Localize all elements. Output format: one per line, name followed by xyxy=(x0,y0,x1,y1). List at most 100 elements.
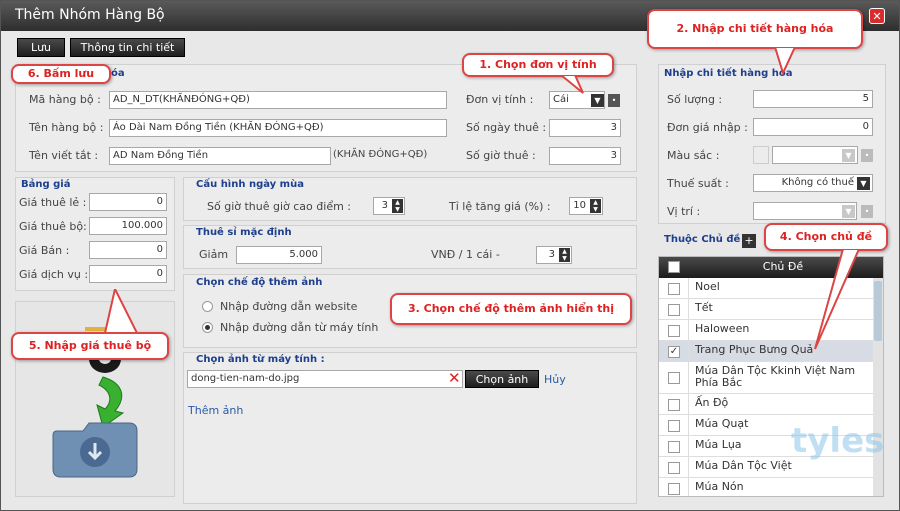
image-pick-title: Chọn ảnh từ máy tính : xyxy=(196,354,325,365)
topic-checkbox[interactable] xyxy=(668,304,680,316)
callout-select-unit: 1. Chọn đơn vị tính xyxy=(462,53,614,77)
price-increase-label: Tỉ lệ tăng giá (%) : xyxy=(449,200,551,213)
callout-pointer-1 xyxy=(561,75,584,94)
rent-hours-label: Số giờ thuê : xyxy=(466,149,536,162)
tax-select[interactable]: Không có thuế xyxy=(753,174,873,192)
name-input[interactable]: Áo Dài Nam Đồng Tiền (KHĂN ĐÓNG+QĐ) xyxy=(109,119,447,137)
details-tab-button[interactable]: Thông tin chi tiết xyxy=(70,38,185,57)
unit-more-icon[interactable]: • xyxy=(608,94,620,107)
add-topic-button[interactable]: + xyxy=(742,234,756,248)
details-panel xyxy=(658,64,886,224)
tax-dropdown-icon[interactable]: ▼ xyxy=(857,177,870,190)
retail-price-label: Giá thuê lẻ : xyxy=(19,196,87,209)
location-more-icon[interactable]: • xyxy=(861,205,873,218)
color-dropdown-icon[interactable]: ▼ xyxy=(842,149,855,162)
set-price-input[interactable]: 100.000 xyxy=(89,217,167,235)
topic-checkbox[interactable] xyxy=(668,372,680,384)
add-image-link[interactable]: Thêm ảnh xyxy=(188,404,243,417)
name-label: Tên hàng bộ : xyxy=(29,121,104,134)
close-button[interactable]: ✕ xyxy=(869,8,885,24)
topic-checkbox[interactable] xyxy=(668,325,680,337)
sale-price-input[interactable]: 0 xyxy=(89,241,167,259)
select-all-checkbox[interactable] xyxy=(668,261,680,273)
color-more-icon[interactable]: • xyxy=(861,149,873,162)
topic-checkbox[interactable] xyxy=(668,441,680,453)
default-rent-title: Thuê sỉ mặc định xyxy=(196,227,292,238)
rent-days-label: Số ngày thuê : xyxy=(466,121,547,134)
service-price-label: Giá dịch vụ : xyxy=(19,268,89,281)
website-path-radio[interactable] xyxy=(202,301,213,312)
choose-image-button[interactable]: Chọn ảnh xyxy=(465,370,539,388)
peak-hours-spinner[interactable]: ▲ ▼ xyxy=(392,199,403,213)
topic-row[interactable]: Ấn Độ xyxy=(659,394,873,415)
location-label: Vị trí : xyxy=(667,205,701,218)
image-file-input[interactable]: dong-tien-nam-do.jpg xyxy=(187,370,463,388)
topic-checkbox-cell xyxy=(659,394,689,414)
callout-pointer-4 xyxy=(814,249,861,350)
holiday-config-title: Cấu hình ngày mùa xyxy=(196,179,304,190)
short-name-input[interactable]: AD Nam Đồng Tiền xyxy=(109,147,331,165)
set-price-label: Giá thuê bộ: xyxy=(19,220,87,233)
wholesale-qty-spinner[interactable]: ▲ ▼ xyxy=(559,248,570,262)
topics-scroll-thumb[interactable] xyxy=(874,281,882,341)
price-increase-spinner[interactable]: ▲ ▼ xyxy=(590,199,601,213)
callout-pointer-2 xyxy=(773,47,797,76)
topic-checkbox-cell xyxy=(659,362,689,393)
callout-select-topic: 4. Chọn chủ đề xyxy=(764,223,888,251)
callout-click-save: 6. Bấm lưu xyxy=(11,64,111,84)
discount-input[interactable]: 5.000 xyxy=(236,246,322,264)
topic-row[interactable]: Múa Nón xyxy=(659,478,873,496)
callout-enter-set-price: 5. Nhập giá thuê bộ xyxy=(11,332,169,360)
image-mode-title: Chọn chế độ thêm ảnh xyxy=(196,277,323,288)
clear-file-icon[interactable]: ✕ xyxy=(448,369,461,387)
rent-hours-input[interactable]: 3 xyxy=(549,147,621,165)
topic-label: Ấn Độ xyxy=(695,396,729,409)
discount-label: Giảm xyxy=(199,248,229,261)
per-unit-label: VNĐ / 1 cái - xyxy=(431,248,500,261)
sale-price-label: Giá Bán : xyxy=(19,244,70,257)
local-path-radio[interactable] xyxy=(202,322,213,333)
quantity-label: Số lượng : xyxy=(667,93,723,106)
topic-checkbox[interactable] xyxy=(668,462,680,474)
topics-title: Thuộc Chủ đề xyxy=(664,234,741,245)
topic-checkbox-cell xyxy=(659,299,689,319)
color-swatch[interactable] xyxy=(753,146,769,164)
retail-price-input[interactable]: 0 xyxy=(89,193,167,211)
topic-label: Múa Nón xyxy=(695,480,744,493)
topic-checkbox-cell: ✓ xyxy=(659,341,689,361)
topic-checkbox-cell xyxy=(659,320,689,340)
topic-checkbox[interactable] xyxy=(668,399,680,411)
cost-price-input[interactable]: 0 xyxy=(753,118,873,136)
topic-checkbox[interactable] xyxy=(668,420,680,432)
topic-checkbox[interactable]: ✓ xyxy=(668,346,680,358)
watermark-text: tyles xyxy=(791,421,885,461)
topic-label: Múa Dân Tộc Việt xyxy=(695,459,792,472)
short-name-suffix: (KHĂN ĐÓNG+QĐ) xyxy=(333,149,428,160)
pricing-title: Bảng giá xyxy=(21,179,71,190)
cancel-image-link[interactable]: Hủy xyxy=(544,373,566,386)
topic-label: Múa Dân Tộc Kkinh Việt Nam Phía Bắc xyxy=(695,364,856,389)
window-title: Thêm Nhóm Hàng Bộ xyxy=(15,7,165,23)
topic-checkbox-cell xyxy=(659,415,689,435)
tax-label: Thuế suất : xyxy=(667,177,729,190)
dialog-window: Thêm Nhóm Hàng Bộ ✕ Lưu Thông tin chi ti… xyxy=(0,0,900,511)
unit-dropdown-icon[interactable]: ▼ xyxy=(591,94,604,107)
website-path-label: Nhập đường dẫn website xyxy=(220,300,358,313)
quantity-input[interactable]: 5 xyxy=(753,90,873,108)
callout-image-mode: 3. Chọn chế độ thêm ảnh hiển thị xyxy=(390,293,632,325)
save-button[interactable]: Lưu xyxy=(17,38,65,57)
topics-scrollbar[interactable] xyxy=(873,278,883,496)
code-input[interactable]: AD_N_DT(KHĂNĐÓNG+QĐ) xyxy=(109,91,447,109)
peak-hours-label: Số giờ thuê giờ cao điểm : xyxy=(207,200,351,213)
topic-checkbox-cell xyxy=(659,278,689,298)
local-path-label: Nhập đường dẫn từ máy tính xyxy=(220,321,379,334)
location-dropdown-icon[interactable]: ▼ xyxy=(842,205,855,218)
rent-days-input[interactable]: 3 xyxy=(549,119,621,137)
topic-checkbox-cell xyxy=(659,457,689,477)
topic-checkbox-cell xyxy=(659,436,689,456)
topic-checkbox[interactable] xyxy=(668,483,680,495)
service-price-input[interactable]: 0 xyxy=(89,265,167,283)
topic-checkbox[interactable] xyxy=(668,283,680,295)
topic-row[interactable]: Múa Dân Tộc Kkinh Việt Nam Phía Bắc xyxy=(659,362,873,394)
callout-pointer-5 xyxy=(103,289,139,334)
